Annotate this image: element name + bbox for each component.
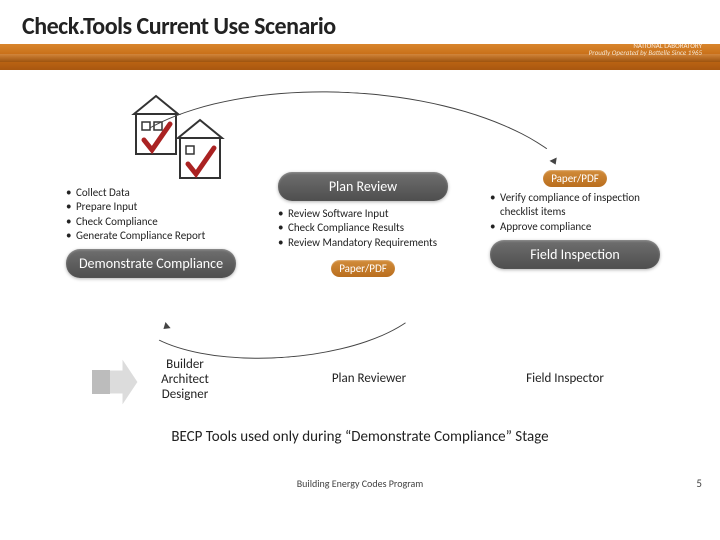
list-item: Review Mandatory Requirements [278, 236, 448, 250]
role-builder: Builder Architect Designer [130, 358, 240, 403]
role-arrow-icon [92, 358, 138, 406]
stage-plan-review: Plan Review Review Software Input Check … [278, 172, 448, 281]
slide-caption: BECP Tools used only during “Demonstrate… [0, 428, 720, 446]
brand-tagline: Proudly Operated by Battelle Since 1965 [589, 48, 702, 57]
role-field-inspector: Field Inspector [510, 372, 620, 387]
list-item: Verify compliance of inspection checklis… [490, 191, 660, 220]
slide-body: Collect Data Prepare Input Check Complia… [0, 70, 720, 500]
brand-text: Pacific Northwest NATIONAL LABORATORY [621, 28, 702, 50]
role-plan-reviewer: Plan Reviewer [314, 372, 424, 387]
role-builder-label: Builder Architect Designer [130, 358, 240, 403]
role-row: Builder Architect Designer Plan Reviewer… [0, 358, 720, 418]
list-item: Check Compliance [66, 215, 236, 229]
slide-title: Check.Tools Current Use Scenario [0, 0, 720, 41]
stage-demonstrate: Collect Data Prepare Input Check Complia… [66, 186, 236, 278]
stage-field-inspection-label: Field Inspection [490, 240, 660, 269]
slide-footer: Building Energy Codes Program [0, 477, 720, 490]
stage-field-inspection-bullets: Verify compliance of inspection checklis… [490, 191, 660, 234]
slide-header: Check.Tools Current Use Scenario Pacific… [0, 0, 720, 70]
list-item: Approve compliance [490, 220, 660, 234]
stage-plan-review-bullets: Review Software Input Check Compliance R… [278, 207, 448, 250]
list-item: Review Software Input [278, 207, 448, 221]
logo-bird-icon [576, 12, 600, 36]
badge-paper-pdf: Paper/PDF [543, 170, 607, 187]
buildings-check-icon [130, 90, 226, 180]
badge-paper-pdf: Paper/PDF [331, 260, 395, 277]
list-item: Generate Compliance Report [66, 229, 236, 243]
stage-demonstrate-bullets: Collect Data Prepare Input Check Complia… [66, 186, 236, 243]
brand-name: Pacific Northwest [621, 28, 702, 41]
stage-plan-review-label: Plan Review [278, 172, 448, 201]
list-item: Prepare Input [66, 200, 236, 214]
stage-field-inspection: Paper/PDF Verify compliance of inspectio… [490, 166, 660, 269]
page-number: 5 [696, 477, 702, 490]
stage-demonstrate-label: Demonstrate Compliance [66, 249, 236, 278]
list-item: Check Compliance Results [278, 221, 448, 235]
list-item: Collect Data [66, 186, 236, 200]
